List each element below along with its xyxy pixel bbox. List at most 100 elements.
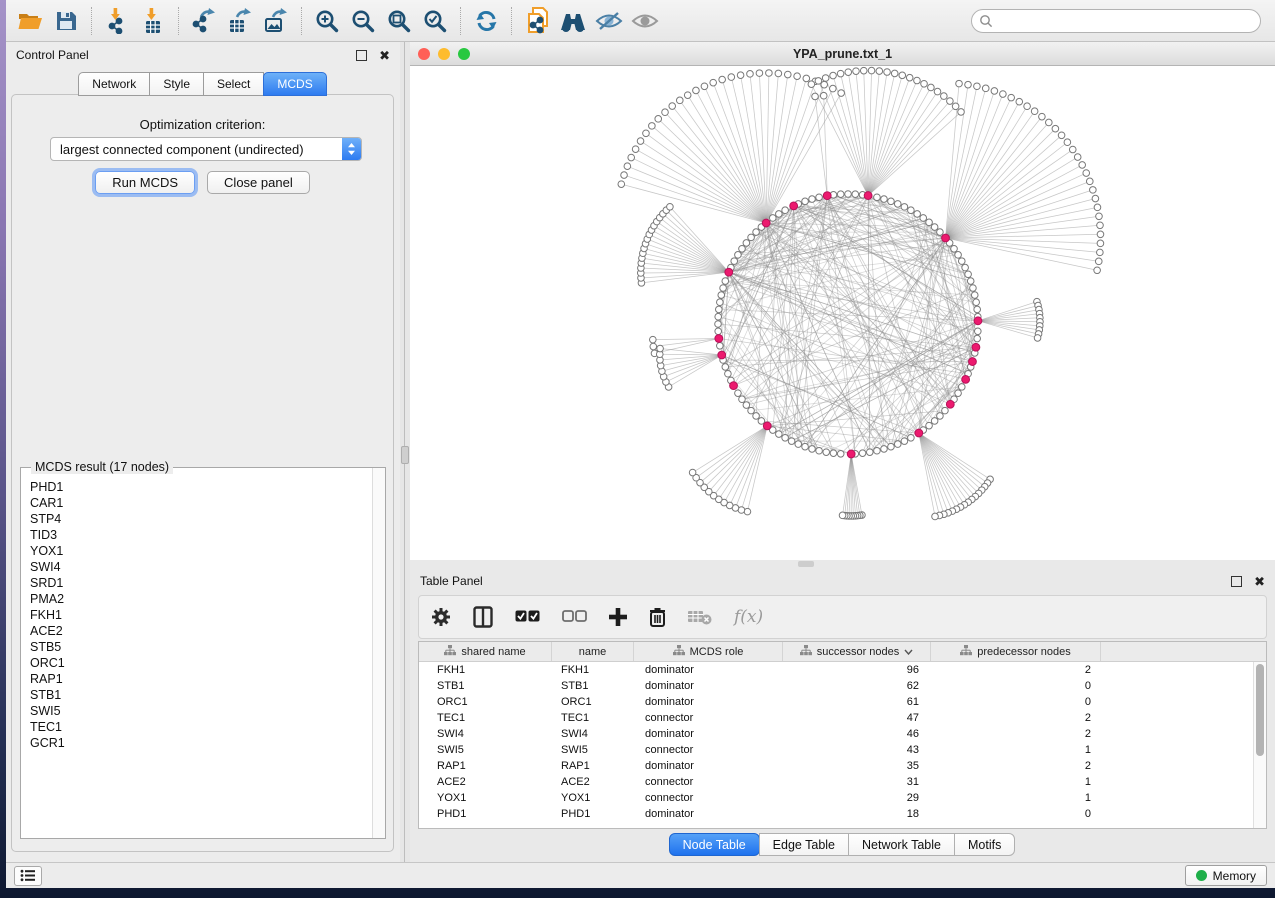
network-leaf-node[interactable] <box>628 154 635 161</box>
network-canvas[interactable] <box>410 66 1275 560</box>
network-leaf-node[interactable] <box>756 70 763 77</box>
network-leaf-node[interactable] <box>1016 98 1023 105</box>
table-row[interactable]: PHD1PHD1dominator180 <box>419 806 1266 822</box>
network-node[interactable] <box>920 215 927 222</box>
cell-MCDS-role[interactable]: dominator <box>634 726 783 742</box>
cell-successor-nodes[interactable]: 29 <box>783 790 931 806</box>
selected-mcds-node[interactable] <box>790 202 798 210</box>
mcds-result-node[interactable]: PMA2 <box>30 591 372 607</box>
network-leaf-node[interactable] <box>830 72 837 79</box>
refresh-view-button[interactable] <box>468 4 504 38</box>
selected-mcds-node[interactable] <box>762 219 770 227</box>
mcds-result-node[interactable]: STP4 <box>30 511 372 527</box>
cell-predecessor-nodes[interactable]: 0 <box>931 806 1101 822</box>
network-leaf-node[interactable] <box>1046 119 1053 126</box>
network-leaf-node[interactable] <box>667 203 674 210</box>
show-graphics-details-button[interactable] <box>627 4 663 38</box>
tab-node-table[interactable]: Node Table <box>669 833 760 856</box>
network-node[interactable] <box>881 196 888 203</box>
cell-successor-nodes[interactable]: 31 <box>783 774 931 790</box>
splitter-grip[interactable] <box>401 446 409 464</box>
add-column-button[interactable] <box>609 608 627 626</box>
selected-mcds-node[interactable] <box>847 450 855 458</box>
selected-mcds-node[interactable] <box>974 317 982 325</box>
network-node[interactable] <box>937 229 944 236</box>
network-leaf-node[interactable] <box>1097 231 1104 238</box>
cell-predecessor-nodes[interactable]: 2 <box>931 710 1101 726</box>
cell-name[interactable]: SWI4 <box>552 726 634 742</box>
cell-MCDS-role[interactable]: dominator <box>634 758 783 774</box>
select-all-rows-button[interactable] <box>515 610 540 624</box>
network-leaf-node[interactable] <box>676 97 683 104</box>
cell-predecessor-nodes[interactable]: 2 <box>931 758 1101 774</box>
network-leaf-node[interactable] <box>744 508 751 515</box>
network-leaf-node[interactable] <box>947 98 954 105</box>
table-row[interactable]: SWI4SWI4dominator462 <box>419 726 1266 742</box>
network-leaf-node[interactable] <box>693 87 700 94</box>
close-panel-icon[interactable]: ✖ <box>1254 575 1265 588</box>
tab-network-table[interactable]: Network Table <box>848 833 955 856</box>
mcds-result-node[interactable]: SWI5 <box>30 703 372 719</box>
network-node[interactable] <box>937 413 944 420</box>
network-leaf-node[interactable] <box>1034 335 1041 342</box>
network-node[interactable] <box>908 207 915 214</box>
network-leaf-node[interactable] <box>974 83 981 90</box>
network-node[interactable] <box>962 264 969 271</box>
network-leaf-node[interactable] <box>956 80 963 87</box>
table-row[interactable]: FKH1FKH1dominator962 <box>419 662 1266 678</box>
column-chooser-button[interactable] <box>473 606 493 628</box>
network-leaf-node[interactable] <box>991 88 998 95</box>
network-node[interactable] <box>739 245 746 252</box>
zoom-in-button[interactable] <box>309 4 345 38</box>
cell-successor-nodes[interactable]: 46 <box>783 726 931 742</box>
network-leaf-node[interactable] <box>928 84 935 91</box>
network-node[interactable] <box>894 201 901 208</box>
network-leaf-node[interactable] <box>845 69 852 76</box>
network-node[interactable] <box>718 292 725 299</box>
network-node[interactable] <box>845 191 852 198</box>
network-leaf-node[interactable] <box>1000 91 1007 98</box>
table-row[interactable]: SWI5SWI5connector431 <box>419 742 1266 758</box>
selected-mcds-node[interactable] <box>823 192 831 200</box>
network-node[interactable] <box>753 413 760 420</box>
network-node[interactable] <box>901 204 908 211</box>
network-node[interactable] <box>874 447 881 454</box>
network-node[interactable] <box>802 443 809 450</box>
network-node[interactable] <box>908 434 915 441</box>
cell-name[interactable]: TEC1 <box>552 710 634 726</box>
network-node[interactable] <box>974 306 981 313</box>
table-row[interactable]: ORC1ORC1dominator610 <box>419 694 1266 710</box>
network-node[interactable] <box>866 449 873 456</box>
network-node[interactable] <box>888 443 895 450</box>
column-header-predecessor-nodes[interactable]: predecessor nodes <box>931 642 1101 661</box>
table-row[interactable]: YOX1YOX1connector291 <box>419 790 1266 806</box>
network-node[interactable] <box>830 450 837 457</box>
network-node[interactable] <box>795 441 802 448</box>
export-image-button[interactable] <box>258 4 294 38</box>
network-leaf-node[interactable] <box>766 70 773 77</box>
network-leaf-node[interactable] <box>853 68 860 75</box>
close-panel-icon[interactable]: ✖ <box>379 49 390 62</box>
network-node[interactable] <box>731 258 738 265</box>
network-leaf-node[interactable] <box>1064 139 1071 146</box>
network-leaf-node[interactable] <box>710 79 717 86</box>
network-node[interactable] <box>823 449 830 456</box>
network-leaf-node[interactable] <box>655 116 662 123</box>
zoom-selected-button[interactable] <box>417 4 453 38</box>
table-row[interactable]: TEC1TEC1connector472 <box>419 710 1266 726</box>
network-node[interactable] <box>816 194 823 201</box>
cell-MCDS-role[interactable]: connector <box>634 774 783 790</box>
selected-mcds-node[interactable] <box>969 358 977 366</box>
network-leaf-node[interactable] <box>1095 258 1102 265</box>
cell-MCDS-role[interactable]: connector <box>634 790 783 806</box>
network-leaf-node[interactable] <box>822 75 829 82</box>
scrollbar-thumb[interactable] <box>1256 664 1264 756</box>
network-node[interactable] <box>809 446 816 453</box>
cell-shared-name[interactable]: SWI5 <box>419 742 552 758</box>
cell-shared-name[interactable]: FKH1 <box>419 662 552 678</box>
cell-MCDS-role[interactable]: dominator <box>634 694 783 710</box>
network-leaf-node[interactable] <box>728 74 735 81</box>
network-leaf-node[interactable] <box>737 72 744 79</box>
network-node[interactable] <box>967 278 974 285</box>
close-panel-button[interactable]: Close panel <box>207 171 310 194</box>
